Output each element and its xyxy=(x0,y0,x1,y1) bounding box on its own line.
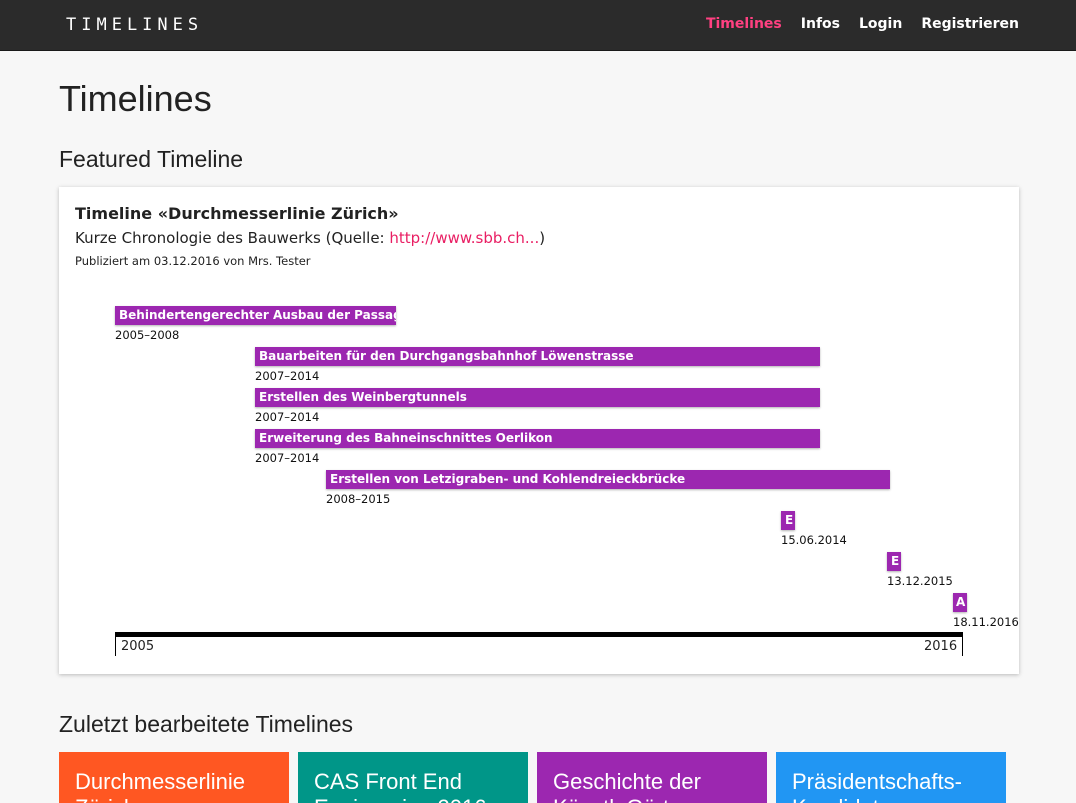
page-title: Timelines xyxy=(59,78,212,119)
nav-link-infos[interactable]: Infos xyxy=(801,16,840,32)
recent-timelines-list: Durchmesserlinie Zürich CAS Front End En… xyxy=(59,752,1006,803)
timeline-event-date: 2007–2014 xyxy=(255,410,320,424)
timeline-tile[interactable]: CAS Front End Engineering 2016 xyxy=(298,752,528,803)
timeline-event-bar[interactable]: Bauarbeiten für den Durchgangsbahnhof Lö… xyxy=(255,347,820,366)
timeline-event-bar[interactable]: Erstellen von Letzigraben- und Kohlendre… xyxy=(326,470,890,489)
timeline-tile[interactable]: Geschichte der Künstl. Gärten xyxy=(537,752,767,803)
timeline-event-bar[interactable]: E xyxy=(781,511,795,530)
axis-tick-start xyxy=(115,632,116,656)
timeline-event-bar[interactable]: Behindertengerechter Ausbau der Passag..… xyxy=(115,306,396,325)
description-text: Kurze Chronologie des Bauwerks (Quelle: xyxy=(75,229,390,247)
timeline-event-bar[interactable]: Erweiterung des Bahneinschnittes Oerliko… xyxy=(255,429,820,448)
axis-label-end: 2016 xyxy=(924,639,958,654)
navbar: TIMELINES Timelines Infos Login Registri… xyxy=(0,0,1076,51)
timeline-event-date: 2008–2015 xyxy=(326,492,391,506)
featured-heading: Featured Timeline xyxy=(59,146,244,172)
timeline-description: Kurze Chronologie des Bauwerks (Quelle: … xyxy=(75,229,545,247)
recent-heading: Zuletzt bearbeitete Timelines xyxy=(59,711,354,737)
timeline-axis xyxy=(115,632,963,637)
publish-info: Publiziert am 03.12.2016 von Mrs. Tester xyxy=(75,254,311,268)
axis-tick-end xyxy=(962,632,963,656)
timeline-event-date: 15.06.2014 xyxy=(781,533,847,547)
timeline-event-bar[interactable]: Erstellen des Weinbergtunnels xyxy=(255,388,820,407)
nav-link-login[interactable]: Login xyxy=(859,16,902,32)
timeline-tile[interactable]: Durchmesserlinie Zürich xyxy=(59,752,289,803)
nav-link-timelines[interactable]: Timelines xyxy=(706,16,782,32)
timeline-event-date: 2005–2008 xyxy=(115,328,180,342)
nav-link-register[interactable]: Registrieren xyxy=(921,16,1019,32)
timeline-event-date: 13.12.2015 xyxy=(887,574,953,588)
timeline-title: Timeline «Durchmesserlinie Zürich» xyxy=(75,204,399,223)
featured-timeline-card: Timeline «Durchmesserlinie Zürich» Kurze… xyxy=(59,187,1019,674)
brand-logo[interactable]: TIMELINES xyxy=(66,15,203,35)
timeline-event-bar[interactable]: E xyxy=(887,552,901,571)
timeline-event-bar[interactable]: A xyxy=(953,593,967,612)
timeline-event-date: 2007–2014 xyxy=(255,451,320,465)
axis-label-start: 2005 xyxy=(121,639,155,654)
description-end: ) xyxy=(539,229,546,247)
timeline-event-date: 18.11.2016 xyxy=(953,615,1019,629)
nav-menu: Timelines Infos Login Registrieren xyxy=(687,16,1019,32)
timeline-tile[interactable]: Präsidentschafts-Kandidaten xyxy=(776,752,1006,803)
timeline-event-date: 2007–2014 xyxy=(255,369,320,383)
source-link[interactable]: http://www.sbb.ch... xyxy=(389,229,539,247)
